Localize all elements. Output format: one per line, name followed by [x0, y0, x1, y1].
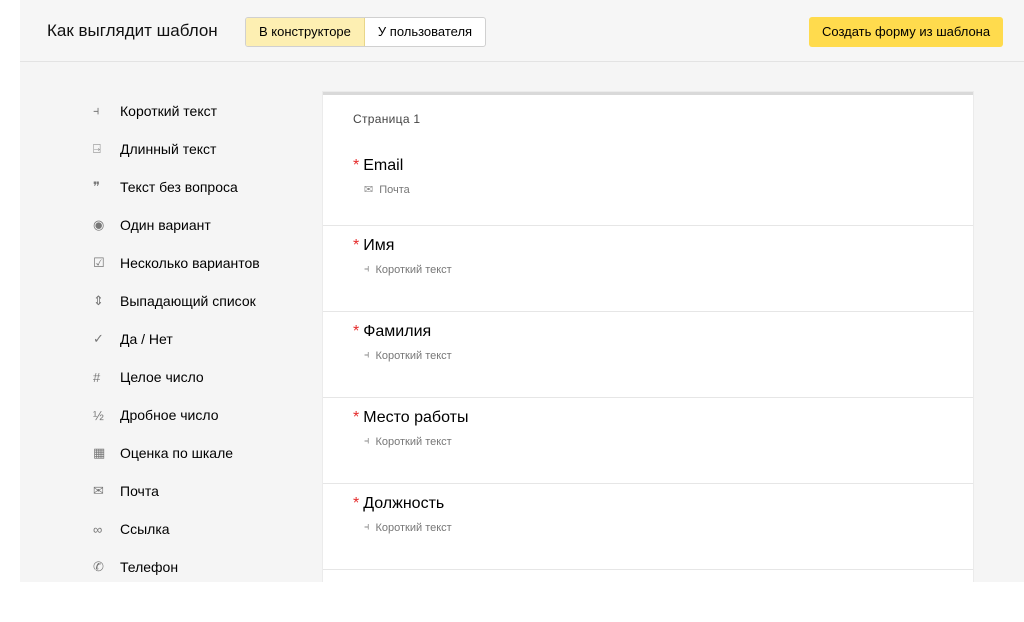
sidebar-item-label: Ссылка: [120, 521, 170, 537]
short-text-icon: ⫞: [364, 263, 370, 275]
form-field-first-name[interactable]: * Имя ⫞ Короткий текст: [323, 226, 973, 312]
sidebar-item-decimal[interactable]: ½ Дробное число: [80, 396, 320, 434]
sidebar-item-dropdown[interactable]: ⇕ Выпадающий список: [80, 282, 320, 320]
hash-icon: #: [93, 369, 101, 385]
template-preview-frame: Как выглядит шаблон В конструкторе У пол…: [20, 0, 1024, 582]
required-marker: *: [353, 495, 360, 512]
sidebar-item-label: Текст без вопроса: [120, 179, 238, 195]
sidebar-item-link[interactable]: ∞ Ссылка: [80, 510, 320, 548]
field-type-label: Короткий текст: [375, 349, 452, 362]
form-field-last-name[interactable]: * Фамилия ⫞ Короткий текст: [323, 312, 973, 398]
sidebar-item-label: Оценка по шкале: [120, 445, 234, 461]
link-icon: ∞: [93, 521, 103, 537]
sidebar-item-integer[interactable]: # Целое число: [80, 358, 320, 396]
create-form-from-template-button[interactable]: Создать форму из шаблона: [809, 17, 1004, 47]
mail-icon: ✉: [364, 184, 374, 196]
form-preview-card: Страница 1 * Email ✉ Почта * Имя ⫞ Короткий …: [323, 92, 973, 582]
sidebar-item-single-choice[interactable]: ◉ Один вариант: [80, 206, 320, 244]
field-title: * Должность: [353, 495, 973, 513]
field-title: * Имя: [353, 237, 973, 255]
sidebar-item-label: Да / Нет: [120, 331, 173, 347]
required-marker: *: [353, 237, 360, 254]
sidebar-item-label: Почта: [120, 483, 159, 499]
required-marker: *: [353, 157, 360, 174]
field-type: ⫞ Короткий текст: [353, 349, 973, 362]
sidebar-item-yes-no[interactable]: ✓ Да / Нет: [80, 320, 320, 358]
field-title-text: Фамилия: [363, 323, 432, 340]
long-text-icon: ⍈: [93, 141, 101, 156]
sidebar-item-short-text[interactable]: ⫞ Короткий текст: [80, 92, 320, 130]
quote-icon: ❞: [93, 179, 100, 194]
field-title-text: Email: [363, 157, 404, 174]
sidebar-item-label: Короткий текст: [120, 103, 218, 119]
short-text-icon: ⫞: [93, 103, 100, 118]
field-title-text: Место работы: [363, 409, 469, 426]
short-text-icon: ⫞: [364, 521, 370, 533]
question-type-sidebar: ⫞ Короткий текст ⍈ Длинный текст ❞ Текст…: [80, 92, 320, 582]
field-title-text: Должность: [363, 495, 445, 512]
mail-icon: ✉: [93, 483, 104, 498]
field-type-label: Короткий текст: [375, 263, 452, 276]
radio-icon: ◉: [93, 217, 105, 232]
phone-icon: ✆: [93, 559, 104, 574]
field-type-label: Короткий текст: [375, 435, 452, 448]
field-title: * Фамилия: [353, 323, 973, 341]
form-field-workplace[interactable]: * Место работы ⫞ Короткий текст: [323, 398, 973, 484]
checkbox-icon: ☑: [93, 255, 105, 270]
field-type: ✉ Почта: [353, 183, 973, 197]
field-title: * Email: [353, 157, 973, 175]
short-text-icon: ⫞: [364, 349, 370, 361]
check-icon: ✓: [93, 331, 104, 346]
page-title: Как выглядит шаблон: [47, 21, 218, 40]
field-title: * Место работы: [353, 409, 973, 427]
sidebar-item-email[interactable]: ✉ Почта: [80, 472, 320, 510]
required-marker: *: [353, 323, 360, 340]
sidebar-item-label: Дробное число: [120, 407, 219, 423]
sidebar-item-label: Несколько вариантов: [120, 255, 260, 271]
field-type-label: Короткий текст: [375, 521, 452, 534]
dropdown-icon: ⇕: [93, 293, 104, 308]
view-switcher: В конструкторе У пользователя: [245, 17, 487, 47]
field-list: * Email ✉ Почта * Имя ⫞ Короткий текст * Фами…: [323, 147, 973, 570]
field-type: ⫞ Короткий текст: [353, 435, 973, 448]
sidebar-item-label: Целое число: [120, 369, 204, 385]
sidebar-item-label: Выпадающий список: [120, 293, 256, 309]
header-bar: Как выглядит шаблон В конструкторе У пол…: [20, 0, 1024, 62]
form-field-position[interactable]: * Должность ⫞ Короткий текст: [323, 484, 973, 570]
field-type: ⫞ Короткий текст: [353, 263, 973, 276]
required-marker: *: [353, 409, 360, 426]
short-text-icon: ⫞: [364, 435, 370, 447]
sidebar-item-multiple-choice[interactable]: ☑ Несколько вариантов: [80, 244, 320, 282]
sidebar-item-label: Длинный текст: [120, 141, 217, 157]
field-type-label: Почта: [379, 183, 410, 196]
page-label: Страница 1: [353, 112, 421, 126]
tab-user-view[interactable]: У пользователя: [365, 18, 485, 46]
form-field-email[interactable]: * Email ✉ Почта: [323, 147, 973, 226]
sidebar-item-long-text[interactable]: ⍈ Длинный текст: [80, 130, 320, 168]
field-title-text: Имя: [363, 237, 395, 254]
sidebar-item-phone[interactable]: ✆ Телефон: [80, 548, 320, 582]
sidebar-item-label: Один вариант: [120, 217, 211, 233]
fraction-icon: ½: [93, 407, 104, 423]
tab-constructor[interactable]: В конструкторе: [246, 18, 365, 46]
field-type: ⫞ Короткий текст: [353, 521, 973, 534]
sidebar-item-text-without-question[interactable]: ❞ Текст без вопроса: [80, 168, 320, 206]
grid-icon: ▦: [93, 445, 106, 460]
sidebar-item-scale-rating[interactable]: ▦ Оценка по шкале: [80, 434, 320, 472]
sidebar-item-label: Телефон: [120, 559, 179, 575]
